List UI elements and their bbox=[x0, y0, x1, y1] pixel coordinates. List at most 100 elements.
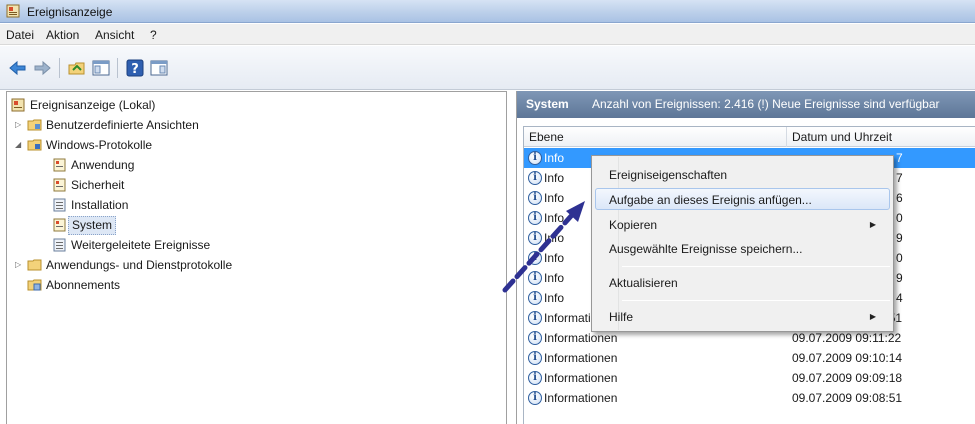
event-level: Info bbox=[544, 191, 565, 205]
log-icon bbox=[53, 218, 66, 232]
subscription-icon bbox=[27, 279, 42, 291]
event-date: 9 bbox=[896, 271, 903, 285]
event-level: Info bbox=[544, 251, 565, 265]
tree-root-label: Ereignisanzeige (Lokal) bbox=[30, 98, 156, 112]
svg-text:?: ? bbox=[131, 62, 139, 77]
event-date: 7 bbox=[896, 151, 903, 165]
context-menu: Ereigniseigenschaften Aufgabe an dieses … bbox=[591, 155, 894, 332]
menu-item-label: Aufgabe an dieses Ereignis anfügen... bbox=[609, 193, 812, 207]
menu-item-ereigniseigenschaften[interactable]: Ereigniseigenschaften bbox=[595, 164, 890, 186]
event-level: Info bbox=[544, 151, 565, 165]
folder-icon bbox=[27, 259, 42, 271]
folder-icon bbox=[27, 139, 42, 151]
tree-item-label: Anwendungs- und Dienstprotokolle bbox=[46, 258, 233, 272]
event-date: 09.07.2009 09:09:18 bbox=[792, 371, 903, 385]
toolbar: ? bbox=[0, 46, 975, 90]
details-header: System Anzahl von Ereignissen: 2.416 (!)… bbox=[517, 91, 975, 118]
table-row[interactable]: i Informationen 09.07.2009 09:10:14 bbox=[524, 348, 975, 368]
column-header-ebene[interactable]: Ebene bbox=[524, 127, 564, 147]
information-icon: i bbox=[528, 351, 542, 365]
information-icon: i bbox=[528, 231, 542, 245]
tree-item-label: Windows-Protokolle bbox=[46, 138, 153, 152]
expand-arrow-icon[interactable]: ▷ bbox=[15, 115, 21, 135]
menu-separator bbox=[622, 266, 890, 267]
information-icon: i bbox=[528, 371, 542, 385]
submenu-arrow-icon: ▶ bbox=[869, 312, 876, 321]
event-level: Info bbox=[544, 291, 565, 305]
collapse-arrow-icon[interactable]: ◢ bbox=[15, 135, 21, 155]
tree-item-label: Sicherheit bbox=[71, 178, 125, 192]
log-icon bbox=[53, 178, 66, 192]
back-icon[interactable] bbox=[8, 58, 28, 78]
menu-item-aufgabe-anfuegen[interactable]: Aufgabe an dieses Ereignis anfügen... bbox=[595, 188, 890, 210]
information-icon: i bbox=[528, 171, 542, 185]
window-title: Ereignisanzeige bbox=[27, 5, 113, 19]
event-level: Informationen bbox=[544, 391, 618, 405]
menu-separator bbox=[622, 300, 890, 301]
event-level: Info bbox=[544, 211, 565, 225]
event-date: 0 bbox=[896, 211, 903, 225]
event-count-info[interactable]: Anzahl von Ereignissen: 2.416 (!) Neue E… bbox=[592, 91, 940, 118]
information-icon: i bbox=[528, 191, 542, 205]
forward-icon[interactable] bbox=[32, 58, 52, 78]
event-level: Info bbox=[544, 271, 565, 285]
show-action-pane-icon[interactable] bbox=[149, 58, 169, 78]
event-level: Info bbox=[544, 231, 565, 245]
menu-item-label: Ereigniseigenschaften bbox=[609, 168, 728, 182]
event-level: Informationen bbox=[544, 371, 618, 385]
menu-item-kopieren[interactable]: Kopieren ▶ bbox=[595, 214, 890, 236]
event-level: Informationen bbox=[544, 351, 618, 365]
menu-datei[interactable]: Datei bbox=[6, 28, 34, 42]
up-folder-icon[interactable] bbox=[67, 58, 87, 78]
menu-item-aktualisieren[interactable]: Aktualisieren bbox=[595, 272, 890, 294]
tree-item-label: Benutzerdefinierte Ansichten bbox=[46, 118, 199, 132]
event-date: 09.07.2009 09:10:14 bbox=[792, 351, 903, 365]
menu-ansicht[interactable]: Ansicht bbox=[95, 28, 134, 42]
console-tree: Ereignisanzeige (Lokal) ▷ Benutzerdefini… bbox=[6, 91, 507, 424]
menu-item-label: Kopieren bbox=[609, 218, 658, 232]
tree-item-label: Installation bbox=[71, 198, 129, 212]
menu-item-ereignisse-speichern[interactable]: Ausgewählte Ereignisse speichern... bbox=[595, 238, 890, 260]
information-icon: i bbox=[528, 391, 542, 405]
event-level: Info bbox=[544, 171, 565, 185]
column-header-datum[interactable]: Datum und Uhrzeit bbox=[787, 127, 892, 147]
menu-item-label: Ausgewählte Ereignisse speichern... bbox=[609, 242, 803, 256]
event-date: 4 bbox=[896, 291, 903, 305]
information-icon: i bbox=[528, 151, 542, 165]
log-icon bbox=[53, 238, 66, 252]
log-icon bbox=[53, 158, 66, 172]
menu-help[interactable]: ? bbox=[150, 28, 157, 42]
details-title: System bbox=[526, 97, 569, 111]
folder-icon bbox=[27, 119, 42, 131]
event-date: 7 bbox=[896, 171, 903, 185]
grid-header: Ebene Datum und Uhrzeit bbox=[524, 127, 975, 147]
show-hide-tree-icon[interactable] bbox=[91, 58, 111, 78]
event-date: 6 bbox=[896, 191, 903, 205]
log-icon bbox=[53, 198, 66, 212]
event-date: 0 bbox=[896, 251, 903, 265]
event-viewer-icon bbox=[6, 4, 20, 18]
information-icon: i bbox=[528, 331, 542, 345]
event-viewer-icon bbox=[11, 98, 25, 112]
information-icon: i bbox=[528, 211, 542, 225]
tree-item-label: Abonnements bbox=[46, 278, 121, 292]
menu-item-label: Hilfe bbox=[609, 310, 634, 324]
toolbar-separator bbox=[117, 58, 118, 78]
table-row[interactable]: i Informationen 09.07.2009 09:08:51 bbox=[524, 388, 975, 408]
menu-aktion[interactable]: Aktion bbox=[46, 28, 79, 42]
information-icon: i bbox=[528, 251, 542, 265]
menu-item-label: Aktualisieren bbox=[609, 276, 678, 290]
menu-item-hilfe[interactable]: Hilfe ▶ bbox=[595, 306, 890, 328]
table-row[interactable]: i Informationen 09.07.2009 09:09:18 bbox=[524, 368, 975, 388]
menu-bar: Datei Aktion Ansicht ? bbox=[0, 24, 975, 45]
tree-item-label: Anwendung bbox=[71, 158, 135, 172]
information-icon: i bbox=[528, 311, 542, 325]
information-icon: i bbox=[528, 291, 542, 305]
information-icon: i bbox=[528, 271, 542, 285]
help-icon[interactable]: ? bbox=[125, 58, 145, 78]
submenu-arrow-icon: ▶ bbox=[869, 220, 876, 229]
expand-arrow-icon[interactable]: ▷ bbox=[15, 255, 21, 275]
event-date: 09.07.2009 09:08:51 bbox=[792, 391, 903, 405]
title-bar: Ereignisanzeige bbox=[0, 0, 975, 23]
event-date: 9 bbox=[896, 231, 903, 245]
